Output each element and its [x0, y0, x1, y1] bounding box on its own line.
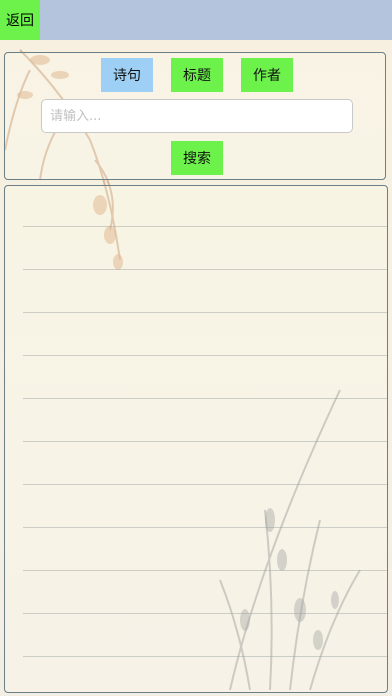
top-bar: 返回: [0, 0, 392, 40]
list-row-divider: [23, 527, 387, 528]
list-row-divider: [23, 441, 387, 442]
results-list: [4, 185, 388, 693]
list-row-divider: [23, 613, 387, 614]
list-row-divider: [23, 355, 387, 356]
mode-poem-line-button[interactable]: 诗句: [101, 58, 153, 92]
search-input[interactable]: [41, 99, 353, 133]
mode-author-button[interactable]: 作者: [241, 58, 293, 92]
list-row-divider: [23, 226, 387, 227]
search-button[interactable]: 搜索: [171, 141, 223, 175]
list-row-divider: [23, 312, 387, 313]
list-row-divider: [23, 269, 387, 270]
mode-title-button[interactable]: 标题: [171, 58, 223, 92]
search-panel: 诗句 标题 作者 搜索: [4, 52, 386, 180]
list-row-divider: [23, 656, 387, 657]
list-row-divider: [23, 484, 387, 485]
list-row-divider: [23, 398, 387, 399]
list-row-divider: [23, 570, 387, 571]
back-button[interactable]: 返回: [0, 0, 40, 40]
